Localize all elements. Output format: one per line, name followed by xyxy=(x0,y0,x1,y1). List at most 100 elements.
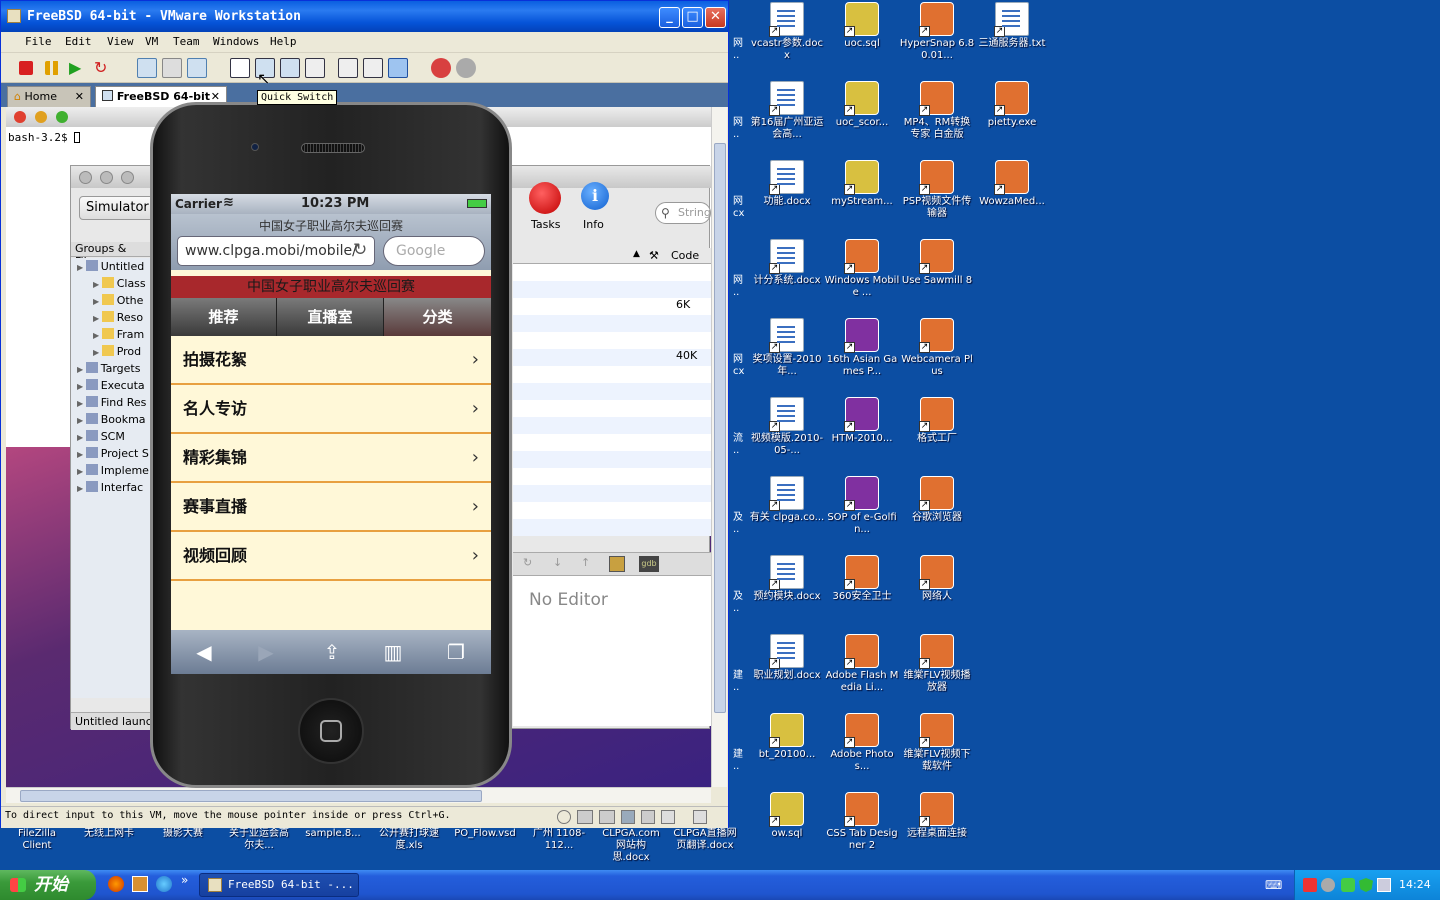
tray-app-icon[interactable] xyxy=(1303,878,1317,892)
desktop-icon-label[interactable]: PO_Flow.vsd xyxy=(452,828,518,840)
menu-team[interactable]: Team xyxy=(173,35,200,48)
desktop-icon-label[interactable]: 广州 1108-112... xyxy=(526,828,592,852)
floppy-icon[interactable] xyxy=(599,810,615,824)
desktop-icon[interactable]: ↗ HTM-2010... xyxy=(824,397,900,445)
desktop-icon[interactable]: ↗ myStream... xyxy=(824,160,900,208)
power-off-icon[interactable] xyxy=(19,61,33,75)
desktop-icon-label[interactable]: 公开赛打球速度.xls xyxy=(376,828,442,852)
desktop-icon-label[interactable]: CLPGA直播网页翻译.docx xyxy=(672,828,738,852)
unity-icon[interactable] xyxy=(305,58,325,78)
tray-volume-icon[interactable] xyxy=(1321,878,1335,892)
desktop-icon[interactable]: ↗ 三通服务器.txt xyxy=(974,2,1050,50)
minimize-dot-icon[interactable] xyxy=(100,171,113,184)
disclosure-icon[interactable]: ▶ xyxy=(77,433,86,442)
disclosure-icon[interactable]: ▶ xyxy=(93,348,102,357)
desktop-icon[interactable]: ↗ 网络人 xyxy=(899,555,975,603)
snapshot-manager-icon[interactable] xyxy=(187,58,207,78)
title-bar[interactable]: FreeBSD 64-bit - VMware Workstation _ □ … xyxy=(1,1,728,32)
desktop-icon[interactable]: ↗ 维棠FLV视频播放器 xyxy=(899,634,975,694)
keyboard-icon[interactable]: ⌨ xyxy=(1265,878,1282,892)
tree-item[interactable]: ▶ Interfac xyxy=(77,479,143,496)
more-quicklaunch-icon[interactable]: » xyxy=(181,873,188,887)
menu-vm[interactable]: VM xyxy=(145,35,158,48)
desktop-icon[interactable]: ↗ SOP of e-Golfin... xyxy=(824,476,900,536)
close-button[interactable]: ✕ xyxy=(705,7,726,28)
tree-item[interactable]: ▶ Prod xyxy=(93,343,141,360)
menu-edit[interactable]: Edit xyxy=(65,35,92,48)
desktop-icon-label-clipped[interactable]: 网 .. xyxy=(733,117,747,141)
desktop-icon-label[interactable]: sample.8... xyxy=(300,828,366,840)
start-button[interactable]: 开始 xyxy=(0,870,96,900)
desktop-icon-label-clipped[interactable]: 及 .. xyxy=(733,512,747,536)
replay-icon[interactable] xyxy=(456,58,476,78)
desktop-icon[interactable]: ↗ 第16届广州亚运会高... xyxy=(749,81,825,141)
desktop-icon-label[interactable]: 关于亚运会高尔夫... xyxy=(226,828,292,852)
search-field[interactable]: Google xyxy=(383,236,485,266)
console-view-icon[interactable] xyxy=(363,58,383,78)
sound-icon[interactable] xyxy=(661,810,675,824)
tree-item[interactable]: ▶ Bookma xyxy=(77,411,146,428)
desktop-icon-label-clipped[interactable]: 网 .. xyxy=(733,275,747,299)
desktop-icon[interactable]: ↗ uoc.sql xyxy=(824,2,900,50)
zoom-dot-icon[interactable] xyxy=(121,171,134,184)
disclosure-icon[interactable]: ▶ xyxy=(77,382,86,391)
desktop-icon[interactable]: ↗ Windows Mobile ... xyxy=(824,239,900,299)
reset-icon[interactable]: ↻ xyxy=(94,58,114,78)
appliance-view-icon[interactable] xyxy=(388,58,408,78)
ie-icon[interactable] xyxy=(156,876,172,892)
desktop-icon[interactable]: ↗ HyperSnap 6.80.01... xyxy=(899,2,975,62)
scroll-thumb[interactable] xyxy=(714,143,726,713)
menu-row[interactable]: 视频回顾 › xyxy=(171,532,491,581)
desktop-icon[interactable]: ↗ pietty.exe xyxy=(974,81,1050,129)
reload-icon[interactable]: ↻ xyxy=(353,240,367,260)
desktop-icon[interactable]: ↗ Adobe Photos... xyxy=(824,713,900,773)
desktop-icon-label[interactable]: 摄影大赛 xyxy=(150,828,216,840)
desktop-icon[interactable]: ↗ uoc_scor... xyxy=(824,81,900,129)
desktop-icon[interactable]: ↗ ow.sql xyxy=(749,792,825,840)
menu-row[interactable]: 拍摄花絮 › xyxy=(171,336,491,385)
disclosure-icon[interactable]: ▶ xyxy=(77,365,86,374)
pages-icon[interactable]: ❐ xyxy=(441,640,471,664)
desktop-icon[interactable]: ↗ 维棠FLV视频下载软件 xyxy=(899,713,975,773)
desktop-icon[interactable]: ↗ 谷歌浏览器 xyxy=(899,476,975,524)
desktop-icon[interactable]: ↗ Use Sawmill 8 xyxy=(899,239,975,287)
menu-help[interactable]: Help xyxy=(270,35,297,48)
usb-icon[interactable] xyxy=(641,810,655,824)
desktop-icon-label-clipped[interactable]: 建 .. xyxy=(733,749,747,773)
history-icon[interactable]: ↻ xyxy=(523,556,532,569)
desktop-icon[interactable]: ↗ MP4、RM转换专家 白金版 xyxy=(899,81,975,141)
tasks-icon[interactable] xyxy=(529,182,561,214)
tree-item[interactable]: ▶ Targets xyxy=(77,360,140,377)
bookmarks-icon[interactable]: ▥ xyxy=(378,640,408,664)
desktop-icon[interactable]: ↗ vcastr参数.docx xyxy=(749,2,825,62)
desktop-icon[interactable]: ↗ WowzaMed... xyxy=(974,160,1050,208)
snapshot-icon[interactable] xyxy=(137,58,157,78)
home-button[interactable] xyxy=(298,698,364,764)
tree-item[interactable]: ▶ SCM xyxy=(77,428,125,445)
tree-item[interactable]: ▶ Find Res xyxy=(77,394,146,411)
tray-360-icon[interactable] xyxy=(1341,878,1355,892)
horizontal-scrollbar[interactable] xyxy=(6,787,711,803)
disclosure-icon[interactable]: ▶ xyxy=(93,331,102,340)
simulator-popup[interactable]: Simulator xyxy=(79,196,155,220)
summary-view-icon[interactable] xyxy=(338,58,358,78)
tree-item[interactable]: ▶ Othe xyxy=(93,292,143,309)
desktop-icon-label[interactable]: FileZilla Client xyxy=(4,828,70,852)
zoom-dot-icon[interactable] xyxy=(56,111,68,123)
desktop-icon[interactable]: ↗ 格式工厂 xyxy=(899,397,975,445)
desktop-icon-label-clipped[interactable]: 网 .. xyxy=(733,38,747,62)
desktop-icon[interactable]: ↗ 视频模版.2010-05-... xyxy=(749,397,825,457)
editor-area[interactable]: No Editor xyxy=(513,576,711,726)
desktop-icon-label-clipped[interactable]: 网 cx xyxy=(733,354,747,378)
tree-item[interactable]: ▶ Executa xyxy=(77,377,145,394)
desktop-icon[interactable]: ↗ 职业规划.docx xyxy=(749,634,825,682)
revert-snapshot-icon[interactable] xyxy=(162,58,182,78)
cd-drive-icon[interactable] xyxy=(557,810,571,824)
record-icon[interactable] xyxy=(431,58,451,78)
close-dot-icon[interactable] xyxy=(79,171,92,184)
desktop-icon-label-clipped[interactable]: 建 .. xyxy=(733,670,747,694)
taskbar-task-freebsd[interactable]: FreeBSD 64-bit -... xyxy=(199,873,359,897)
detail-list[interactable]: 6K 40K xyxy=(513,264,711,536)
disclosure-icon[interactable]: ▶ xyxy=(77,263,86,272)
desktop-icon[interactable]: ↗ 16th Asian Games P... xyxy=(824,318,900,378)
